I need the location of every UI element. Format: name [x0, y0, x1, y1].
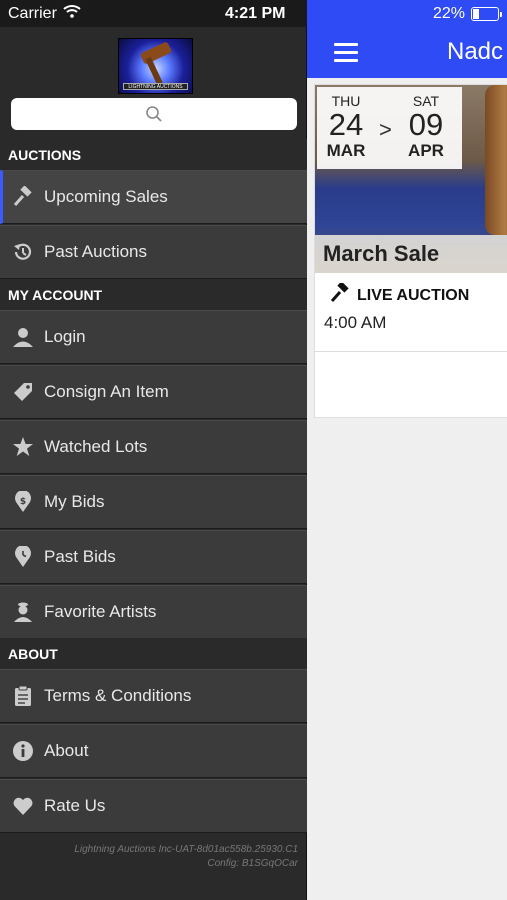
menu-item-login[interactable]: Login — [0, 310, 307, 364]
config-info-line: Config: B1SGqOCar — [207, 858, 298, 869]
svg-text:$: $ — [20, 497, 26, 507]
nav-title: Nadc — [447, 38, 504, 65]
battery-percent: 22% — [432, 4, 465, 22]
section-header-about: ABOUT — [0, 638, 307, 670]
side-drawer: LIGHTNING AUCTIONS AUCTIONS Upcoming Sal… — [0, 0, 307, 900]
menu-item-label: Consign An Item — [44, 382, 169, 401]
section-header-auctions: AUCTIONS — [0, 139, 307, 171]
gavel-icon — [11, 185, 35, 209]
clock-pin-icon — [11, 545, 35, 569]
menu-item-label: Rate Us — [44, 796, 106, 815]
menu-item-label: About — [44, 741, 89, 760]
end-date: SAT 09 APR — [401, 93, 451, 161]
person-icon — [11, 325, 35, 349]
auction-type-row: LIVE AUCTION — [329, 281, 470, 308]
menu-item-about[interactable]: About — [0, 724, 307, 778]
info-icon — [11, 739, 35, 763]
main-content: Nadc THU 24 MAR > SAT 09 APR March Sale — [307, 0, 507, 900]
app-logo: LIGHTNING AUCTIONS — [118, 38, 193, 94]
start-month: MAR — [326, 141, 366, 160]
sale-title-bar: March Sale — [315, 235, 507, 273]
build-info: Lightning Auctions Inc-UAT-8d01ac558b.25… — [10, 843, 298, 871]
section-header-my-account: MY ACCOUNT — [0, 279, 307, 311]
menu-item-upcoming-sales[interactable]: Upcoming Sales — [0, 170, 307, 224]
artist-icon — [11, 600, 35, 624]
build-info-line: Lightning Auctions Inc-UAT-8d01ac558b.25… — [74, 844, 298, 855]
battery-icon — [471, 6, 502, 21]
menu-item-consign-an-item[interactable]: Consign An Item — [0, 365, 307, 419]
star-icon — [11, 435, 35, 459]
date-range-box: THU 24 MAR > SAT 09 APR — [317, 87, 462, 169]
search-icon — [145, 105, 163, 123]
menu-item-label: Past Bids — [44, 547, 116, 566]
menu-item-terms-conditions[interactable]: Terms & Conditions — [0, 669, 307, 723]
card-divider — [315, 351, 507, 352]
clock-label: 4:21 PM — [225, 4, 286, 22]
menu-item-label: Past Auctions — [44, 242, 148, 261]
menu-item-watched-lots[interactable]: Watched Lots — [0, 420, 307, 474]
gavel-icon — [329, 281, 351, 308]
heart-icon — [11, 794, 35, 818]
menu-item-past-bids[interactable]: Past Bids — [0, 530, 307, 584]
menu-item-label: Watched Lots — [44, 437, 148, 456]
logo-text: LIGHTNING AUCTIONS — [123, 83, 188, 90]
battery-fill — [473, 8, 479, 19]
menu-item-label: Terms & Conditions — [44, 686, 192, 705]
end-month: APR — [408, 141, 444, 160]
start-date: THU 24 MAR — [321, 93, 371, 161]
menu-item-label: My Bids — [44, 492, 105, 511]
auction-type-label: LIVE AUCTION — [357, 286, 470, 304]
menu-icon[interactable] — [334, 43, 358, 63]
menu-item-label: Upcoming Sales — [44, 187, 168, 206]
start-day: 24 — [328, 107, 364, 142]
carrier-label: Carrier — [8, 4, 57, 22]
menu-item-past-auctions[interactable]: Past Auctions — [0, 225, 307, 279]
menu-item-my-bids[interactable]: $ My Bids — [0, 475, 307, 529]
auction-time: 4:00 AM — [324, 313, 387, 332]
wifi-icon — [63, 4, 81, 23]
date-range-arrow: > — [379, 117, 392, 142]
clipboard-icon — [11, 684, 35, 708]
menu-item-rate-us[interactable]: Rate Us — [0, 779, 307, 833]
sale-title: March Sale — [323, 241, 440, 266]
menu-item-label: Favorite Artists — [44, 602, 157, 621]
dollar-pin-icon: $ — [11, 490, 35, 514]
tag-icon — [11, 380, 35, 404]
menu-item-favorite-artists[interactable]: Favorite Artists — [0, 585, 307, 639]
end-day: 09 — [408, 107, 444, 142]
search-input[interactable] — [11, 98, 297, 130]
auction-card[interactable]: THU 24 MAR > SAT 09 APR March Sale LIVE … — [314, 84, 507, 418]
status-bar: Carrier 4:21 PM 22% — [0, 0, 507, 27]
auction-image: THU 24 MAR > SAT 09 APR March Sale — [315, 85, 507, 273]
history-icon — [11, 240, 35, 264]
menu-item-label: Login — [44, 327, 86, 346]
